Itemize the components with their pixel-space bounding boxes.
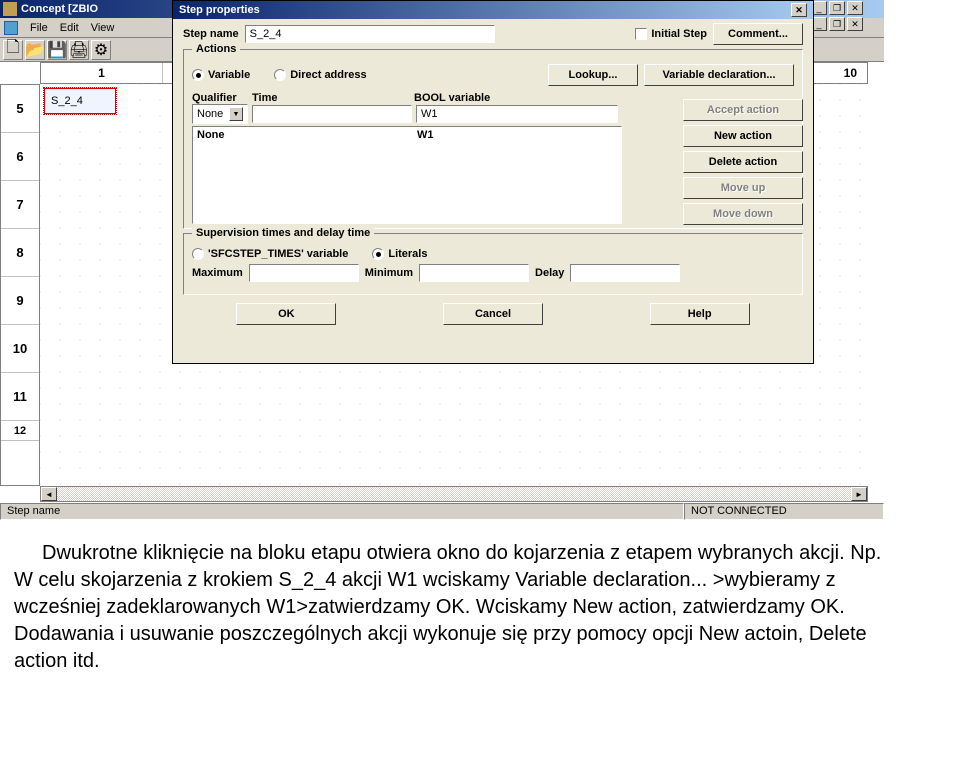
ruler-v-9: 9	[1, 277, 39, 325]
radio-variable-label: Variable	[208, 69, 250, 81]
doc-icon	[4, 21, 18, 35]
radio-literals[interactable]: Literals	[372, 248, 427, 260]
help-button[interactable]: Help	[650, 303, 750, 325]
radio-icon	[192, 248, 204, 260]
tool-print[interactable]: 🖨	[69, 40, 89, 60]
radio-icon	[372, 248, 384, 260]
menu-view[interactable]: View	[91, 22, 115, 34]
ruler-h-1: 1	[41, 63, 163, 83]
dialog-close-button[interactable]: ✕	[791, 3, 807, 17]
chevron-down-icon[interactable]: ▼	[229, 107, 243, 121]
sfc-step-label: S_2_4	[51, 95, 83, 107]
inner-restore-button[interactable]: ❐	[829, 17, 845, 31]
radio-direct-label: Direct address	[290, 69, 366, 81]
status-left: Step name	[0, 503, 684, 520]
status-right: NOT CONNECTED	[684, 503, 884, 520]
time-input[interactable]	[252, 105, 412, 123]
step-name-label: Step name	[183, 28, 239, 40]
supervision-group-label: Supervision times and delay time	[192, 227, 374, 239]
ruler-v-11: 11	[1, 373, 39, 421]
header-qualifier: Qualifier	[192, 92, 252, 104]
new-action-button[interactable]: New action	[683, 125, 803, 147]
status-bar: Step name NOT CONNECTED	[0, 502, 884, 520]
tool-save[interactable]: 💾	[47, 40, 67, 60]
scroll-right-button[interactable]: ►	[851, 487, 867, 501]
menu-edit[interactable]: Edit	[60, 22, 79, 34]
variable-declaration-button[interactable]: Variable declaration...	[644, 64, 794, 86]
qualifier-value: None	[197, 108, 223, 120]
menu-file[interactable]: File	[30, 22, 48, 34]
outer-close-button[interactable]: ✕	[847, 1, 863, 15]
bool-variable-input[interactable]	[416, 105, 618, 123]
ruler-v-5: 5	[1, 85, 39, 133]
scroll-left-button[interactable]: ◄	[41, 487, 57, 501]
side-buttons: Accept action New action Delete action M…	[683, 99, 803, 225]
radio-variable[interactable]: Variable	[192, 69, 250, 81]
inner-close-button[interactable]: ✕	[847, 17, 863, 31]
description-paragraph: Dwukrotne kliknięcie na bloku etapu otwi…	[14, 540, 884, 675]
tool-new[interactable]: 🗋	[3, 40, 23, 60]
delete-action-button[interactable]: Delete action	[683, 151, 803, 173]
step-properties-dialog: Step properties ✕ Step name Initial Step…	[172, 0, 814, 364]
checkbox-icon	[635, 28, 647, 40]
maximum-label: Maximum	[192, 267, 243, 279]
initial-step-checkbox[interactable]: Initial Step	[635, 28, 707, 40]
scroll-track[interactable]	[57, 487, 851, 501]
ruler-v-12: 12	[1, 421, 39, 441]
radio-icon	[192, 69, 204, 81]
app-icon	[3, 2, 17, 16]
ok-button[interactable]: OK	[236, 303, 336, 325]
delay-label: Delay	[535, 267, 564, 279]
sfc-step-block[interactable]: S_2_4	[44, 88, 116, 114]
maximum-input[interactable]	[249, 264, 359, 282]
radio-sfcstep-label: 'SFCSTEP_TIMES' variable	[208, 248, 348, 260]
step-name-input[interactable]	[245, 25, 495, 43]
delay-input[interactable]	[570, 264, 680, 282]
dialog-titlebar: Step properties ✕	[173, 1, 813, 19]
minimum-label: Minimum	[365, 267, 413, 279]
child-window-controls: _ ❐ ✕ _ ❐ ✕	[810, 0, 884, 34]
dialog-title: Step properties	[179, 4, 260, 16]
comment-button[interactable]: Comment...	[713, 23, 803, 45]
radio-direct-address[interactable]: Direct address	[274, 69, 366, 81]
initial-step-label: Initial Step	[651, 28, 707, 40]
ruler-v-6: 6	[1, 133, 39, 181]
accept-action-button[interactable]: Accept action	[683, 99, 803, 121]
outer-restore-button[interactable]: ❐	[829, 1, 845, 15]
header-time: Time	[252, 92, 414, 104]
qualifier-select[interactable]: None ▼	[192, 104, 248, 124]
ruler-v-8: 8	[1, 229, 39, 277]
list-item[interactable]: None W1	[193, 129, 621, 141]
ruler-v-10: 10	[1, 325, 39, 373]
move-up-button[interactable]: Move up	[683, 177, 803, 199]
lookup-button[interactable]: Lookup...	[548, 64, 638, 86]
minimum-input[interactable]	[419, 264, 529, 282]
list-qualifier: None	[197, 129, 417, 141]
description-text: Dwukrotne kliknięcie na bloku etapu otwi…	[14, 540, 884, 675]
scrollbar-horizontal[interactable]: ◄ ►	[40, 486, 868, 502]
ruler-vertical: 5 6 7 8 9 10 11 12	[0, 84, 40, 486]
move-down-button[interactable]: Move down	[683, 203, 803, 225]
radio-literals-label: Literals	[388, 248, 427, 260]
actions-group-label: Actions	[192, 43, 240, 55]
actions-listbox[interactable]: None W1	[192, 126, 622, 224]
cancel-button[interactable]: Cancel	[443, 303, 543, 325]
list-bool: W1	[417, 129, 617, 141]
dialog-body: Step name Initial Step Comment... Action…	[173, 19, 813, 329]
dialog-bottom-buttons: OK Cancel Help	[183, 303, 803, 325]
tool-extra[interactable]: ⚙	[91, 40, 111, 60]
radio-sfcstep-times[interactable]: 'SFCSTEP_TIMES' variable	[192, 248, 348, 260]
tool-open[interactable]: 📂	[25, 40, 45, 60]
ruler-v-7: 7	[1, 181, 39, 229]
app-title: Concept [ZBIO	[21, 3, 98, 15]
radio-icon	[274, 69, 286, 81]
